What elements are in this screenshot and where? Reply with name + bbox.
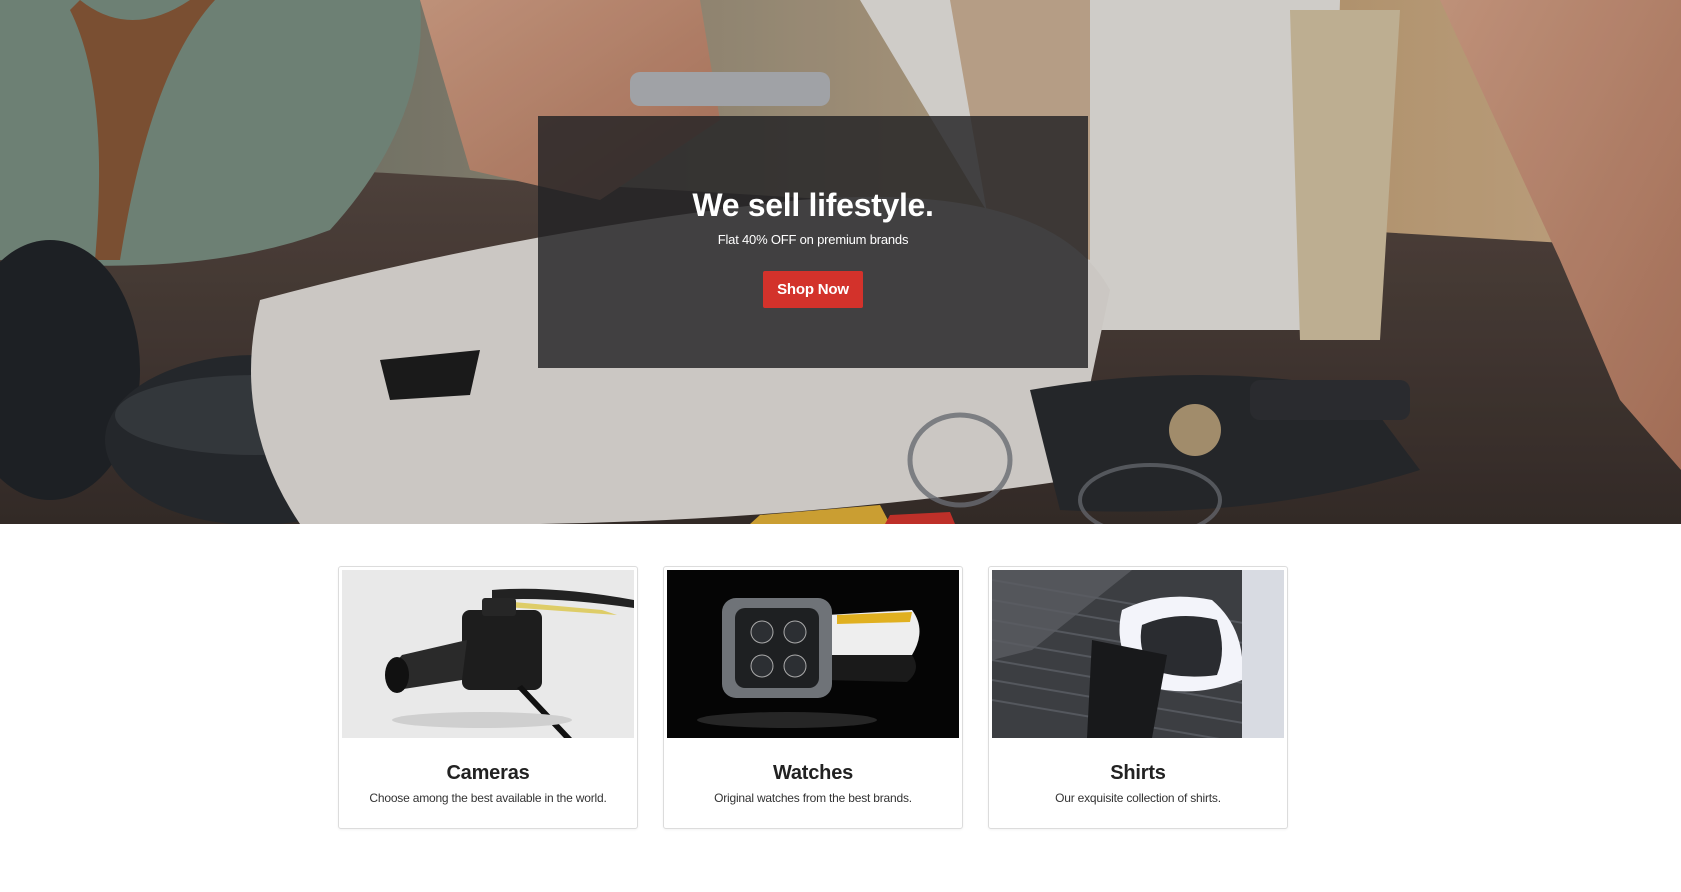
category-card-shirts[interactable]: Shirts Our exquisite collection of shirt… (988, 566, 1288, 829)
hero-overlay-panel: We sell lifestyle. Flat 40% OFF on premi… (538, 116, 1088, 368)
card-description-watches: Original watches from the best brands. (714, 791, 912, 805)
card-description-cameras: Choose among the best available in the w… (369, 791, 607, 805)
watch-photo (667, 570, 959, 738)
hero-banner: We sell lifestyle. Flat 40% OFF on premi… (0, 0, 1681, 524)
shirt-photo (992, 570, 1284, 738)
hero-title: We sell lifestyle. (692, 186, 934, 223)
hero-subtitle: Flat 40% OFF on premium brands (717, 231, 909, 247)
card-description-shirts: Our exquisite collection of shirts. (1055, 791, 1221, 805)
shop-now-button[interactable]: Shop Now (763, 270, 863, 308)
camera-photo (342, 570, 634, 738)
card-title-shirts: Shirts (1110, 762, 1166, 784)
camera-icon (342, 570, 634, 738)
card-title-watches: Watches (772, 762, 854, 784)
category-card-watches[interactable]: Watches Original watches from the best b… (663, 566, 963, 829)
card-title-cameras: Cameras (446, 762, 530, 784)
category-cards: Cameras Choose among the best available … (338, 566, 1288, 829)
shirt-icon (992, 570, 1284, 738)
watch-icon (667, 570, 959, 738)
category-card-cameras[interactable]: Cameras Choose among the best available … (338, 566, 638, 829)
